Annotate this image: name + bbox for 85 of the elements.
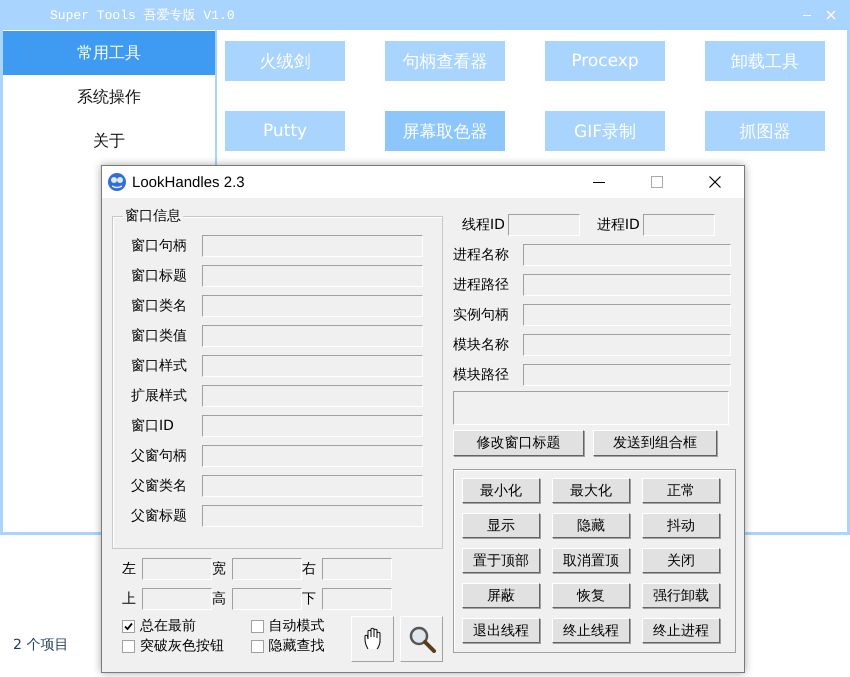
action-button[interactable]: 修改窗口标题 [453, 430, 584, 456]
input-field[interactable] [202, 505, 423, 527]
action-button[interactable]: 最小化 [462, 478, 540, 503]
input-field[interactable] [523, 274, 731, 296]
action-button[interactable]: 抖动 [642, 513, 720, 538]
field-label: 扩展样式 [131, 387, 188, 405]
action-button[interactable]: 终止线程 [552, 618, 630, 643]
field-label: 父窗类名 [131, 477, 188, 495]
field-label: 父窗标题 [131, 507, 188, 525]
field-label: 实例句柄 [453, 306, 510, 324]
input-field[interactable] [202, 265, 423, 287]
checkbox[interactable] [250, 640, 264, 652]
field-label: 宽 [212, 560, 227, 578]
action-button[interactable]: 恢复 [552, 583, 630, 608]
checkbox[interactable] [122, 640, 135, 652]
action-button[interactable]: 隐藏 [552, 513, 630, 538]
window-title: LookHandles 2.3 [132, 174, 246, 190]
field-label: 窗口类值 [131, 327, 188, 345]
field-label: 窗口类名 [131, 297, 188, 315]
input-field[interactable] [202, 325, 423, 347]
action-button[interactable]: 发送到组合框 [593, 430, 717, 456]
action-button[interactable]: 最大化 [552, 478, 630, 503]
input-field[interactable] [523, 364, 731, 386]
group-title: 窗口信息 [124, 207, 182, 225]
action-button[interactable]: 强行卸载 [642, 583, 720, 608]
input-field[interactable] [202, 235, 423, 257]
field-label: 模块名称 [453, 336, 510, 354]
checkbox-label: 隐藏查找 [268, 637, 325, 655]
input-field[interactable] [202, 415, 423, 437]
input-field[interactable] [523, 244, 731, 266]
field-label: 窗口ID [131, 417, 175, 435]
input-field[interactable] [322, 588, 392, 610]
action-button[interactable]: 屏蔽 [462, 583, 540, 608]
field-label: 进程ID [596, 216, 640, 234]
search-icon [408, 625, 436, 653]
checkbox[interactable] [250, 620, 264, 632]
field-label: 窗口句柄 [131, 237, 188, 255]
input-field[interactable] [523, 304, 731, 326]
sidebar-item[interactable]: 系统操作 [3, 75, 215, 119]
action-button[interactable]: 正常 [642, 478, 720, 503]
window-title: Super Tools 吾爱专版 V1.0 [50, 7, 236, 24]
action-button[interactable]: 终止进程 [642, 618, 720, 643]
field-label: 高 [212, 590, 227, 608]
search-button[interactable] [400, 616, 443, 662]
sidebar-item[interactable]: 关于 [3, 119, 215, 163]
input-field[interactable] [523, 334, 731, 356]
input-field[interactable] [322, 558, 392, 580]
field-label: 父窗句柄 [131, 447, 188, 465]
field-label: 窗口标题 [131, 267, 188, 285]
checkbox-label: 自动模式 [268, 617, 325, 635]
action-button[interactable]: 置于顶部 [462, 548, 540, 573]
input-field[interactable] [642, 214, 715, 236]
close-icon[interactable] [709, 176, 721, 188]
text-area[interactable] [453, 391, 729, 425]
action-button[interactable]: 取消置顶 [552, 548, 630, 573]
app-icon [107, 172, 127, 192]
field-label: 线程ID [462, 216, 505, 234]
input-field[interactable] [202, 475, 423, 497]
field-label: 窗口样式 [131, 357, 188, 375]
field-label: 下 [302, 590, 317, 608]
input-field[interactable] [232, 588, 302, 610]
input-field[interactable] [202, 355, 423, 377]
check-icon [124, 622, 133, 630]
field-label: 左 [122, 560, 137, 578]
input-field[interactable] [202, 445, 423, 467]
field-label: 上 [122, 590, 137, 608]
input-field[interactable] [232, 558, 302, 580]
maximize-icon[interactable] [651, 176, 663, 188]
input-field[interactable] [142, 588, 212, 610]
field-label: 右 [302, 560, 317, 578]
checkbox-label: 总在最前 [140, 617, 196, 635]
input-field[interactable] [508, 214, 580, 236]
finder-button[interactable] [351, 616, 394, 662]
checkbox[interactable] [122, 620, 135, 632]
input-field[interactable] [202, 295, 423, 317]
field-label: 进程路径 [453, 276, 510, 294]
input-field[interactable] [142, 558, 212, 580]
action-button[interactable]: 关闭 [642, 548, 720, 573]
action-button[interactable]: 退出线程 [462, 618, 540, 643]
input-field[interactable] [202, 385, 423, 407]
field-label: 模块路径 [453, 366, 510, 384]
checkbox-label: 突破灰色按钮 [140, 637, 224, 655]
field-label: 进程名称 [453, 246, 510, 264]
action-button[interactable]: 显示 [462, 513, 540, 538]
item-count: 2 个项目 [13, 636, 68, 654]
